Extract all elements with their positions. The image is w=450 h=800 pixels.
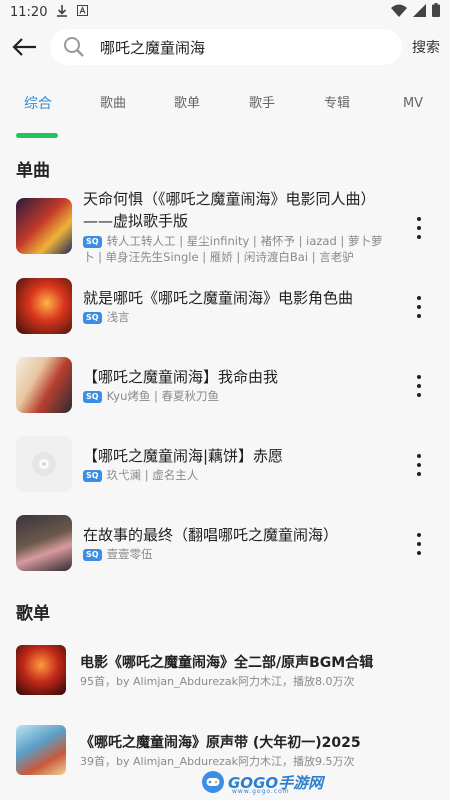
song-item[interactable]: 就是哪吒《哪吒之魔童闹海》电影角色曲 SQ 浅言 <box>0 278 450 338</box>
tab-mv[interactable]: MV <box>388 90 438 118</box>
song-title: 【哪吒之魔童闹海】我命由我 <box>83 368 279 386</box>
more-options-button[interactable] <box>410 294 428 320</box>
playlist-item[interactable]: 电影《哪吒之魔童闹海》全二部/原声BGM合辑 95首，by Alimjan_Ab… <box>0 645 450 697</box>
playlist-cover <box>16 645 66 695</box>
song-cover <box>16 357 72 413</box>
song-item[interactable]: 在故事的最终（翻唱哪吒之魔童闹海） SQ 壹壹零伍 <box>0 515 450 575</box>
song-title: 在故事的最终（翻唱哪吒之魔童闹海） <box>83 526 339 544</box>
tab-albums[interactable]: 专辑 <box>312 90 362 118</box>
tab-all[interactable]: 综合 <box>13 90 63 118</box>
song-artists: 浅言 <box>106 310 130 324</box>
watermark-url: www.gogo.com <box>232 788 290 795</box>
songs-section-title: 单曲 <box>16 161 50 181</box>
song-artists: 转人工转人工 | 星尘infinity | 褚怀予 | iazad | 萝卜萝卜… <box>83 234 383 264</box>
gamepad-icon <box>202 771 224 793</box>
sq-badge: SQ <box>83 236 102 248</box>
search-input[interactable]: 哪吒之魔童闹海 <box>50 29 402 65</box>
sq-badge: SQ <box>83 549 102 561</box>
font-icon <box>77 4 89 20</box>
song-meta: SQ 壹壹零伍 <box>83 546 383 562</box>
song-artists: 壹壹零伍 <box>106 547 153 561</box>
watermark: GOGO手游网 www.gogo.com <box>202 768 352 796</box>
song-cover <box>16 515 72 571</box>
playlist-title: 电影《哪吒之魔童闹海》全二部/原声BGM合辑 <box>80 655 374 671</box>
playlist-title: 《哪吒之魔童闹海》原声带 (大年初一)2025 <box>80 735 361 751</box>
song-title: 就是哪吒《哪吒之魔童闹海》电影角色曲 <box>83 289 354 307</box>
disc-icon <box>32 452 56 476</box>
song-meta: SQ 浅言 <box>83 309 383 325</box>
search-button[interactable]: 搜索 <box>412 37 440 57</box>
song-title: 天命何惧（《哪吒之魔童闹海》电影同人曲）——虚拟歌手版 <box>83 190 376 230</box>
more-options-button[interactable] <box>410 215 428 241</box>
search-query-text: 哪吒之魔童闹海 <box>100 38 206 57</box>
search-icon <box>62 35 86 59</box>
tab-artists[interactable]: 歌手 <box>237 90 287 118</box>
sq-badge: SQ <box>83 470 102 482</box>
song-title: 【哪吒之魔童闹海|藕饼】赤愿 <box>83 447 284 465</box>
song-artists: 玖弋澜 | 虚名主人 <box>106 468 199 482</box>
song-cover <box>16 198 72 254</box>
tab-songs[interactable]: 歌曲 <box>88 90 138 118</box>
wifi-icon <box>391 4 407 21</box>
song-item[interactable]: 天命何惧（《哪吒之魔童闹海》电影同人曲）——虚拟歌手版 SQ 转人工转人工 | 星… <box>0 186 450 268</box>
playlists-section-title: 歌单 <box>16 604 50 624</box>
tab-indicator <box>16 133 58 138</box>
playlist-cover <box>16 725 66 775</box>
status-time: 11:20 <box>10 4 48 20</box>
back-button[interactable] <box>10 34 38 60</box>
song-item[interactable]: 【哪吒之魔童闹海】我命由我 SQ Kyu烤鱼 | 春夏秋刀鱼 <box>0 357 450 417</box>
sq-badge: SQ <box>83 312 102 324</box>
song-meta: SQ Kyu烤鱼 | 春夏秋刀鱼 <box>83 388 383 404</box>
more-options-button[interactable] <box>410 531 428 557</box>
playlist-meta: 95首，by Alimjan_Abdurezak阿力木江，播放8.0万次 <box>80 675 355 688</box>
sq-badge: SQ <box>83 391 102 403</box>
more-options-button[interactable] <box>410 373 428 399</box>
song-item[interactable]: 【哪吒之魔童闹海|藕饼】赤愿 SQ 玖弋澜 | 虚名主人 <box>0 436 450 496</box>
song-cover <box>16 278 72 334</box>
arrow-left-icon <box>12 38 36 56</box>
category-tabs: 综合 歌曲 歌单 歌手 专辑 MV <box>0 90 450 118</box>
search-header: 哪吒之魔童闹海 搜索 <box>0 26 450 68</box>
battery-icon <box>432 3 440 21</box>
song-artists: Kyu烤鱼 | 春夏秋刀鱼 <box>106 389 220 403</box>
tab-playlists[interactable]: 歌单 <box>162 90 212 118</box>
song-cover <box>16 436 72 492</box>
more-options-button[interactable] <box>410 452 428 478</box>
signal-icon <box>413 3 426 21</box>
status-bar: 11:20 <box>0 0 450 24</box>
song-meta: SQ 玖弋澜 | 虚名主人 <box>83 467 383 483</box>
download-icon <box>56 4 68 21</box>
song-meta: SQ 转人工转人工 | 星尘infinity | 褚怀予 | iazad | 萝卜… <box>83 233 383 265</box>
